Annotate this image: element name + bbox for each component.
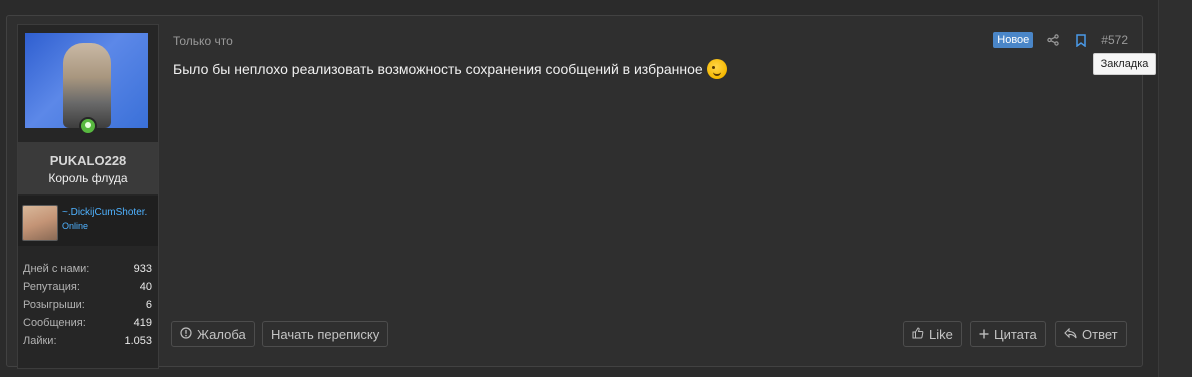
referral-avatar[interactable] — [22, 205, 58, 241]
avatar[interactable] — [25, 33, 148, 128]
like-button[interactable]: Like — [903, 321, 962, 347]
stat-label: Лайки: — [23, 335, 57, 347]
message-text: Было бы неплохо реализовать возможность … — [173, 61, 703, 77]
online-status-icon — [79, 117, 97, 135]
stat-label: Дней с нами: — [23, 263, 90, 275]
start-conversation-label: Начать переписку — [271, 326, 380, 342]
post-time[interactable]: Только что — [173, 34, 233, 48]
stat-value: 419 — [133, 317, 152, 329]
stat-row: Дней с нами: 933 — [23, 263, 152, 281]
stat-label: Сообщения: — [23, 317, 86, 329]
user-sidebar: PUKALO228 Король флуда ~.DickijCumShoter… — [17, 24, 159, 369]
thumbs-up-icon — [912, 326, 924, 342]
stat-label: Розыгрыши: — [23, 299, 85, 311]
referral-name[interactable]: ~.DickijCumShoter. — [62, 207, 158, 218]
user-stats: Дней с нами: 933 Репутация: 40 Розыгрыши… — [23, 263, 152, 353]
start-conversation-button[interactable]: Начать переписку — [262, 321, 389, 347]
stat-row: Розыгрыши: 6 — [23, 299, 152, 317]
post-number[interactable]: #572 — [1101, 33, 1128, 47]
stat-row: Сообщения: 419 — [23, 317, 152, 335]
report-button[interactable]: Жалоба — [171, 321, 255, 347]
stat-value: 40 — [139, 281, 152, 293]
stat-row: Лайки: 1.053 — [23, 335, 152, 353]
stat-label: Репутация: — [23, 281, 80, 293]
stat-row: Репутация: 40 — [23, 281, 152, 299]
like-label: Like — [929, 326, 953, 342]
user-title: Король флуда — [48, 171, 128, 185]
stat-value: 933 — [133, 263, 152, 275]
post-container: PUKALO228 Король флуда ~.DickijCumShoter… — [6, 15, 1143, 369]
reply-icon — [1064, 327, 1077, 342]
referral-status: Online — [62, 221, 89, 231]
bookmark-tooltip: Закладка — [1093, 53, 1156, 75]
referral-box[interactable]: ~.DickijCumShoter. Online — [18, 196, 158, 246]
user-banner: PUKALO228 Король флуда — [18, 142, 158, 194]
reply-button[interactable]: Ответ — [1055, 321, 1127, 347]
new-badge: Новое — [993, 32, 1034, 48]
post-message: Было бы неплохо реализовать возможность … — [173, 59, 727, 79]
report-label: Жалоба — [197, 326, 246, 342]
reply-label: Ответ — [1082, 326, 1118, 342]
username[interactable]: PUKALO228 — [18, 153, 158, 168]
plus-icon — [979, 327, 989, 342]
post-header-actions: Новое #572 — [993, 32, 1128, 48]
stat-value: 6 — [145, 299, 152, 311]
warning-icon — [180, 326, 192, 342]
wink-emoji-icon — [706, 59, 727, 79]
stat-value: 1.053 — [124, 335, 152, 347]
quote-label: Цитата — [994, 326, 1037, 342]
right-scroll-strip — [1158, 0, 1192, 377]
bookmark-icon[interactable] — [1073, 32, 1089, 48]
quote-button[interactable]: Цитата — [970, 321, 1046, 347]
avatar-figure — [63, 43, 111, 128]
share-icon[interactable] — [1045, 32, 1061, 48]
